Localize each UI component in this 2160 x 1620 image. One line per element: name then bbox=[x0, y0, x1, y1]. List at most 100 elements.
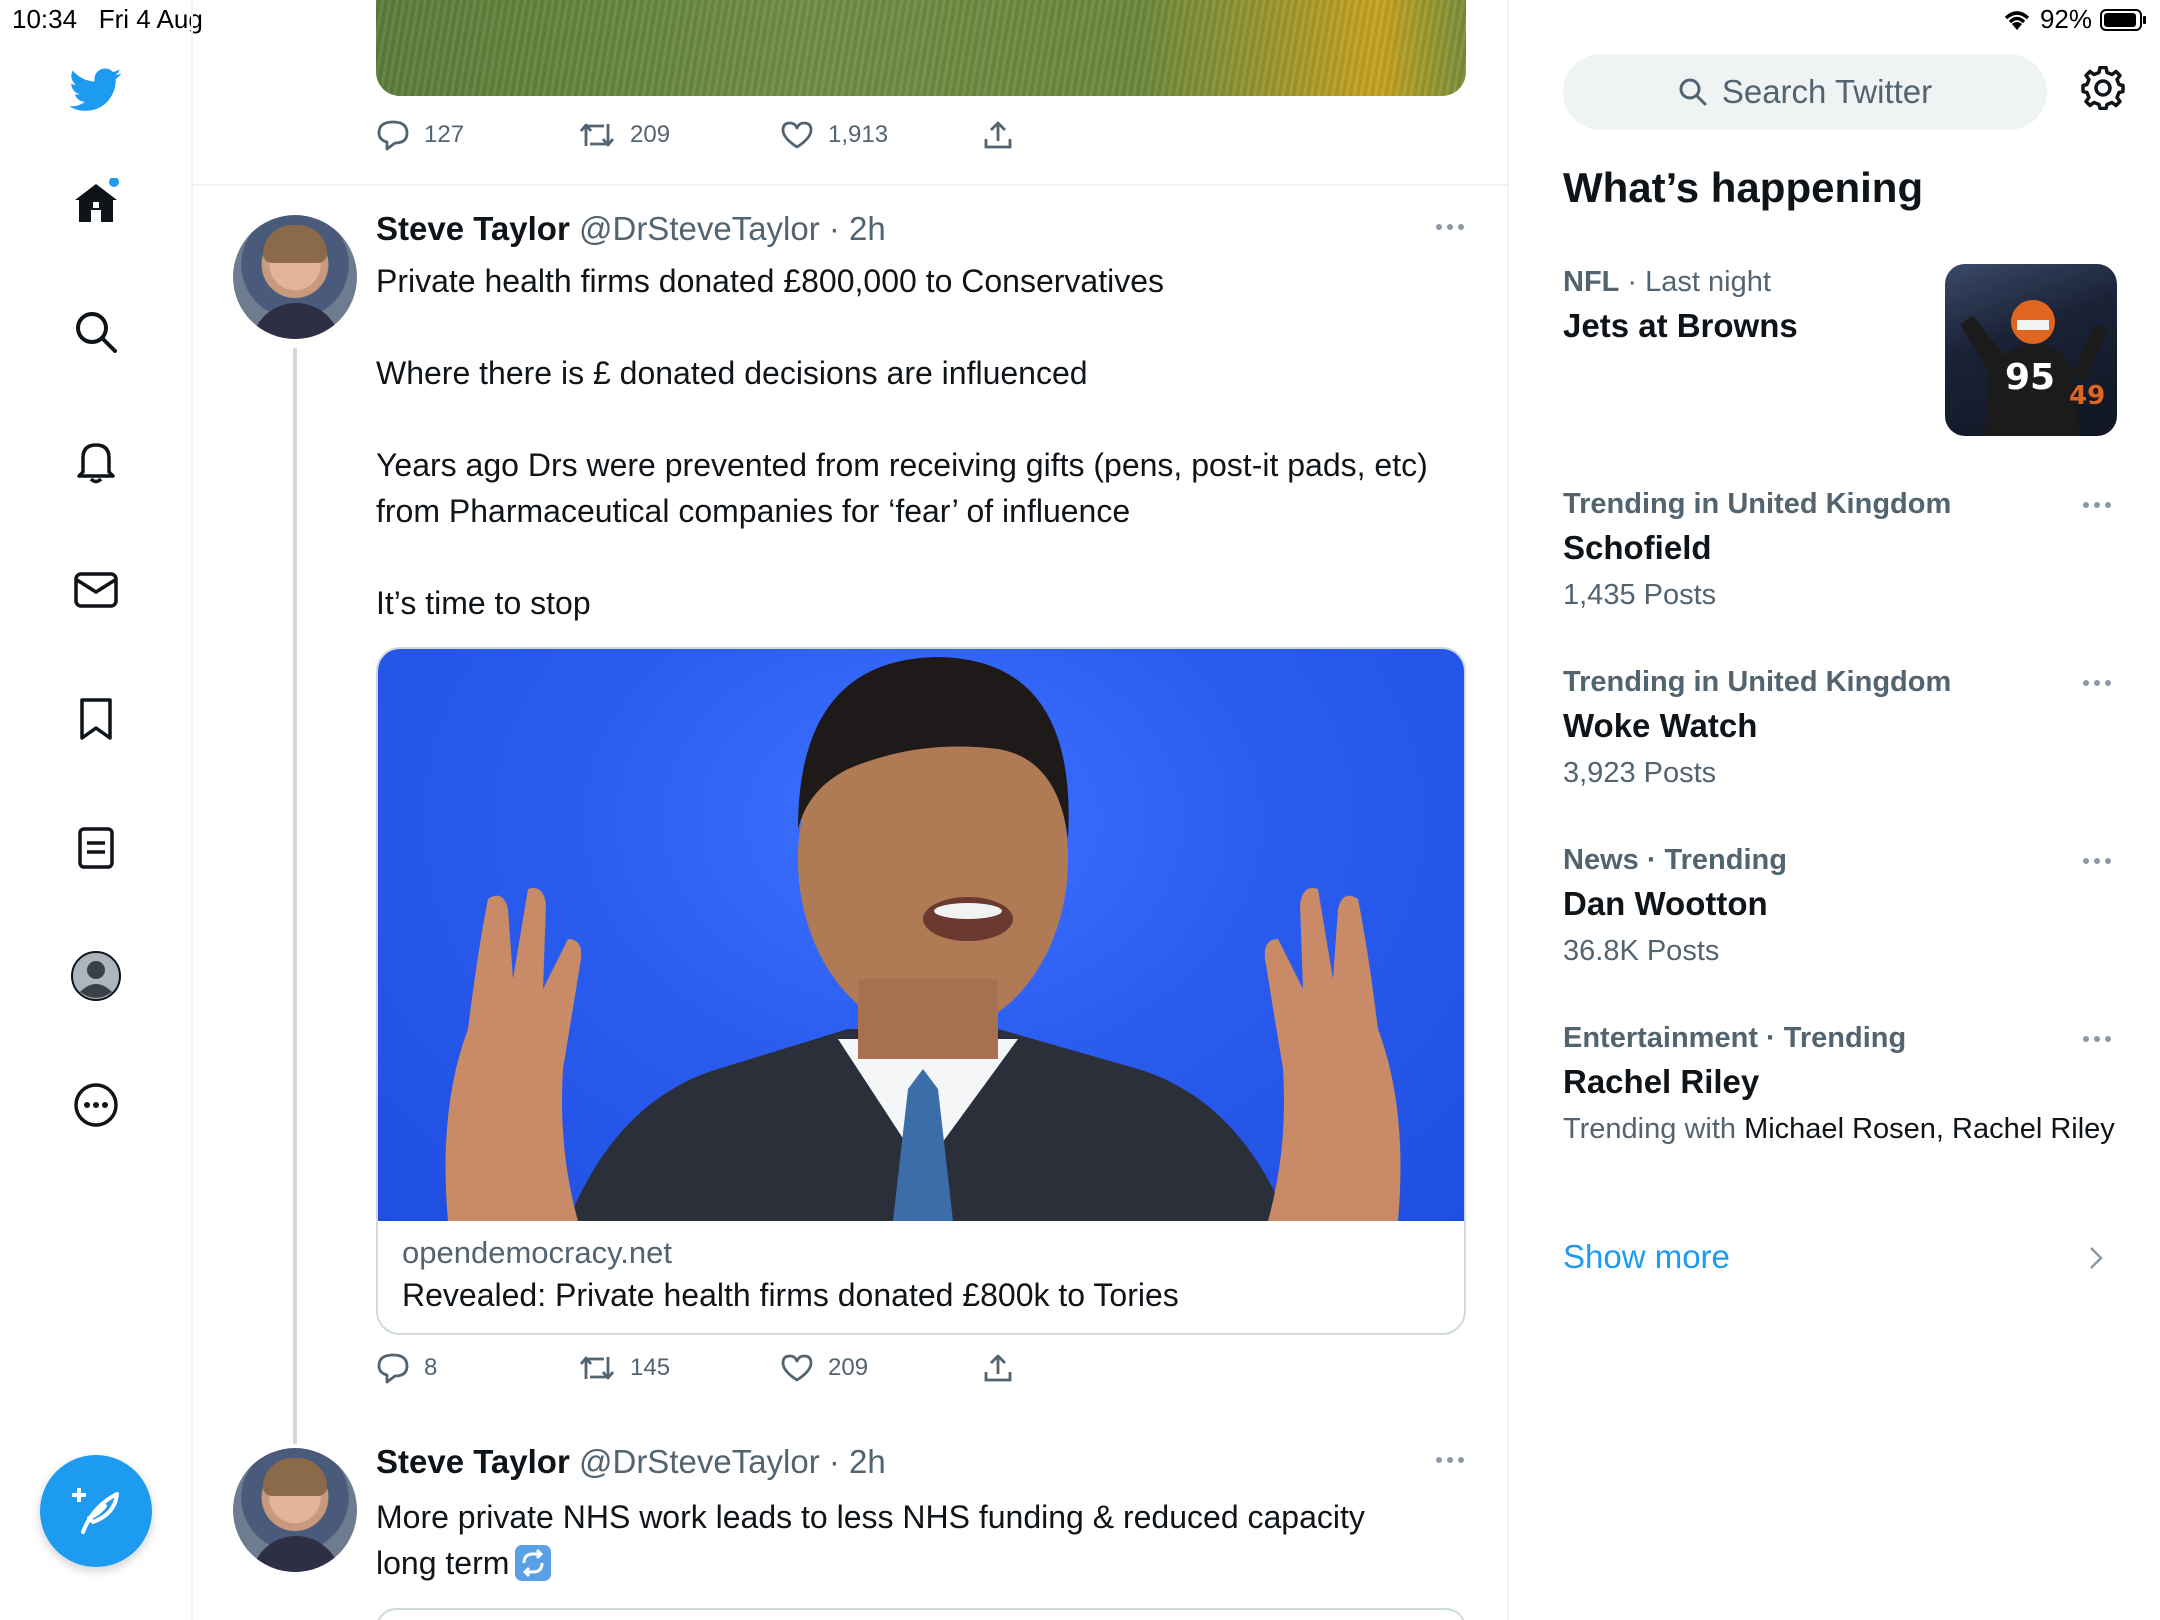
trend-name: Woke Watch bbox=[1563, 707, 1758, 744]
nav-messages[interactable] bbox=[70, 564, 122, 616]
tweet-more-button[interactable] bbox=[1435, 1455, 1465, 1465]
nav-home[interactable] bbox=[70, 177, 122, 229]
lists-icon bbox=[76, 825, 116, 871]
show-more-link[interactable]: Show more bbox=[1563, 1238, 1730, 1276]
trend-with-names: Michael Rosen, Rachel Riley bbox=[1744, 1113, 2115, 1145]
tweet-time[interactable]: · 2h bbox=[829, 1443, 886, 1480]
trend-more-button[interactable] bbox=[2082, 500, 2112, 510]
author-handle[interactable]: @DrSteveTaylor bbox=[579, 210, 820, 247]
trend-post-count: 36.8K Posts bbox=[1563, 935, 1720, 967]
nav-bookmarks[interactable] bbox=[70, 693, 122, 745]
retweet-count: 145 bbox=[630, 1354, 671, 1381]
trend-with-label: Trending with bbox=[1563, 1113, 1745, 1145]
heart-icon bbox=[780, 120, 814, 150]
more-horizontal-icon bbox=[1435, 222, 1465, 232]
tweet-paragraph: Where there is £ donated decisions are i… bbox=[376, 355, 1088, 391]
link-card[interactable]: opendemocracy.net Revealed: Private heal… bbox=[376, 647, 1466, 1335]
svg-text:49: 49 bbox=[2069, 381, 2105, 411]
nav-lists[interactable] bbox=[70, 822, 122, 874]
like-count: 1,913 bbox=[828, 121, 889, 148]
bell-icon bbox=[73, 438, 119, 484]
trend-post-count: 1,435 Posts bbox=[1563, 579, 1717, 611]
twitter-bird-icon[interactable] bbox=[70, 64, 122, 116]
trend-more-button[interactable] bbox=[2082, 1034, 2112, 1044]
nav-more[interactable] bbox=[70, 1079, 122, 1131]
nav-profile[interactable] bbox=[70, 950, 122, 1002]
link-card-domain: opendemocracy.net bbox=[402, 1235, 672, 1270]
search-icon bbox=[1678, 77, 1708, 107]
profile-icon bbox=[70, 950, 122, 1002]
bookmark-icon bbox=[76, 696, 116, 742]
trend-more-button[interactable] bbox=[2082, 856, 2112, 866]
author-name[interactable]: Steve Taylor bbox=[376, 210, 570, 247]
more-horizontal-icon bbox=[1435, 1455, 1465, 1465]
nav-explore[interactable] bbox=[70, 306, 122, 358]
share-icon bbox=[982, 1352, 1014, 1384]
previous-tweet-image[interactable] bbox=[376, 0, 1466, 96]
like-button[interactable]: 1,913 bbox=[780, 120, 982, 150]
tweet-header: Steve Taylor @DrSteveTaylor · 2h bbox=[376, 1443, 886, 1481]
search-input[interactable]: Search Twitter bbox=[1563, 54, 2047, 130]
trend-related: Trending with Michael Rosen, Rachel Rile… bbox=[1563, 1111, 2123, 1147]
tweet-more-button[interactable] bbox=[1435, 222, 1465, 232]
avatar[interactable] bbox=[233, 215, 357, 339]
trend-item[interactable]: Trending in United Kingdom Woke Watch 3,… bbox=[1563, 666, 2123, 791]
reply-icon bbox=[376, 119, 410, 151]
like-button[interactable]: 209 bbox=[780, 1353, 982, 1383]
thread-line bbox=[293, 348, 297, 1444]
right-sidebar: Search Twitter What’s happening NFL · La… bbox=[1509, 0, 2160, 1620]
trend-post-count: 3,923 Posts bbox=[1563, 757, 1717, 789]
share-button[interactable] bbox=[982, 119, 1184, 151]
link-card-image bbox=[378, 649, 1464, 1221]
trend-category: NFL bbox=[1563, 266, 1620, 298]
more-icon bbox=[73, 1082, 119, 1128]
repeat-emoji-icon bbox=[513, 1543, 553, 1583]
svg-text:95: 95 bbox=[2005, 357, 2055, 398]
trend-name: Rachel Riley bbox=[1563, 1063, 1760, 1100]
trend-more-button[interactable] bbox=[2082, 678, 2112, 688]
retweet-button[interactable]: 209 bbox=[578, 120, 780, 150]
trend-category: Trending in United Kingdom bbox=[1563, 666, 1952, 698]
link-card[interactable] bbox=[376, 1608, 1466, 1620]
timeline: 127 209 1,913 Steve Taylor @DrSteveTaylo… bbox=[193, 0, 1509, 1620]
settings-button[interactable] bbox=[2081, 66, 2125, 110]
author-name[interactable]: Steve Taylor bbox=[376, 1443, 570, 1480]
trend-thumbnail: 95 49 bbox=[1945, 264, 2117, 436]
like-count: 209 bbox=[828, 1354, 869, 1381]
tweet-header: Steve Taylor @DrSteveTaylor · 2h bbox=[376, 210, 886, 248]
trend-category: News · Trending bbox=[1563, 844, 1787, 876]
search-icon bbox=[73, 309, 119, 355]
more-horizontal-icon bbox=[2082, 678, 2112, 688]
reply-button[interactable]: 127 bbox=[376, 119, 578, 151]
tweet-paragraph: It’s time to stop bbox=[376, 585, 591, 621]
trend-category: Entertainment · Trending bbox=[1563, 1022, 1907, 1054]
more-horizontal-icon bbox=[2082, 500, 2112, 510]
share-button[interactable] bbox=[982, 1352, 1184, 1384]
trend-item[interactable]: News · Trending Dan Wootton 36.8K Posts bbox=[1563, 844, 2123, 969]
trend-item[interactable]: Entertainment · Trending Rachel Riley Tr… bbox=[1563, 1022, 2123, 1147]
nav-notifications[interactable] bbox=[70, 435, 122, 487]
trend-name: Schofield bbox=[1563, 529, 1712, 566]
retweet-icon bbox=[578, 1353, 616, 1383]
trend-category: Trending in United Kingdom bbox=[1563, 488, 1952, 520]
trend-item[interactable]: Trending in United Kingdom Schofield 1,4… bbox=[1563, 488, 2123, 613]
retweet-button[interactable]: 145 bbox=[578, 1353, 780, 1383]
tweet-paragraph: Private health firms donated £800,000 to… bbox=[376, 263, 1165, 299]
home-icon bbox=[71, 178, 121, 228]
mail-icon bbox=[73, 570, 119, 610]
avatar[interactable] bbox=[233, 1448, 357, 1572]
tweet-text: More private NHS work leads to less NHS … bbox=[376, 1494, 1466, 1586]
tweet-time[interactable]: · 2h bbox=[829, 210, 886, 247]
whats-happening-title: What’s happening bbox=[1563, 164, 1924, 211]
reply-icon bbox=[376, 1352, 410, 1384]
reply-count: 8 bbox=[424, 1354, 438, 1381]
reply-button[interactable]: 8 bbox=[376, 1352, 578, 1384]
compose-tweet-button[interactable] bbox=[40, 1455, 152, 1567]
left-nav bbox=[0, 0, 193, 1620]
compose-feather-icon bbox=[69, 1484, 123, 1538]
tweet-paragraph: More private NHS work leads to less NHS … bbox=[376, 1499, 1365, 1535]
chevron-right-icon[interactable] bbox=[2089, 1246, 2103, 1270]
tweet-paragraph: long term bbox=[376, 1545, 510, 1581]
author-handle[interactable]: @DrSteveTaylor bbox=[579, 1443, 820, 1480]
search-placeholder: Search Twitter bbox=[1721, 73, 1933, 110]
